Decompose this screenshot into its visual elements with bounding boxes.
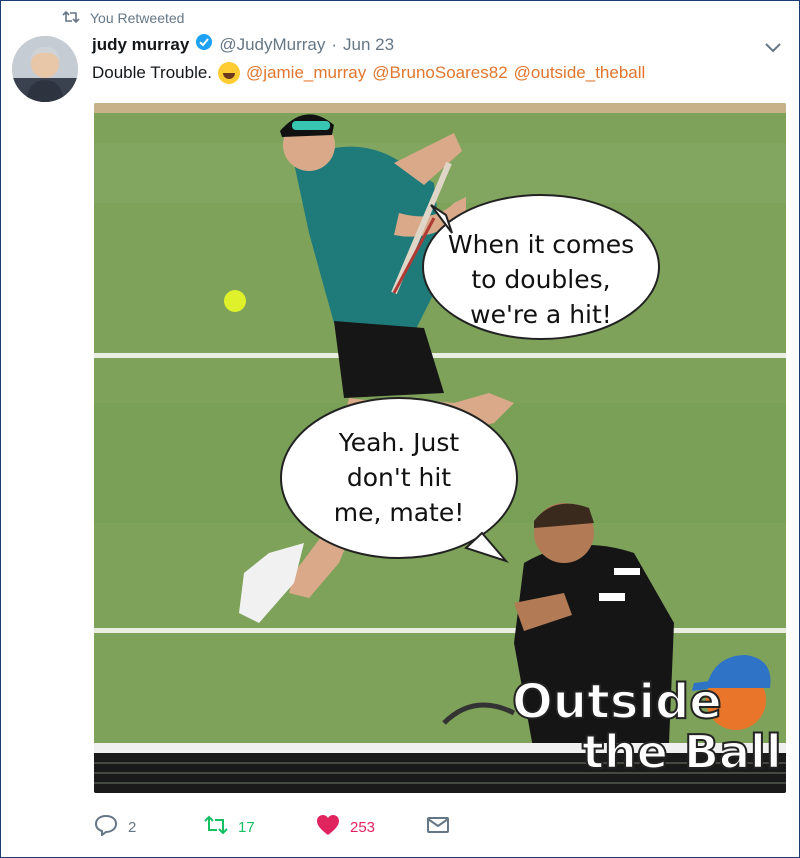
- author-name[interactable]: judy murray: [92, 35, 189, 55]
- tweet-body: Double Trouble.: [92, 63, 213, 82]
- header-separator: ·: [331, 34, 338, 54]
- tweet-text: Double Trouble. @jamie_murray @BrunoSoar…: [92, 62, 645, 84]
- bubble-top-line-2: to doubles,: [471, 265, 610, 294]
- direct-message-button[interactable]: [426, 812, 450, 842]
- reply-count: 2: [128, 818, 137, 836]
- retweet-icon: [204, 814, 228, 840]
- like-button[interactable]: 253: [316, 812, 375, 842]
- retweet-icon: [62, 10, 80, 27]
- mention-link[interactable]: @BrunoSoares82: [372, 63, 507, 83]
- mention-link[interactable]: @outside_theball: [514, 63, 646, 83]
- tweet-photo[interactable]: When it comes to doubles, we're a hit! Y…: [94, 103, 786, 793]
- retweet-count: 17: [238, 818, 255, 836]
- like-count: 253: [350, 818, 376, 836]
- bubble-top-line-3: we're a hit!: [470, 300, 612, 329]
- author-handle[interactable]: @JudyMurray: [219, 35, 325, 55]
- avatar[interactable]: [12, 36, 78, 102]
- reply-icon: [94, 814, 118, 840]
- reply-button[interactable]: 2: [94, 812, 136, 842]
- chevron-down-icon[interactable]: [762, 36, 784, 58]
- verified-icon: [195, 33, 213, 56]
- bubble-top-line-1: When it comes: [448, 230, 634, 259]
- logo-line-1: Outside: [512, 674, 722, 730]
- envelope-icon: [426, 814, 450, 840]
- retweet-banner: You Retweeted: [62, 8, 184, 28]
- tweet-header: judy murray @JudyMurray · Jun 23: [92, 33, 394, 56]
- heart-icon: [316, 814, 340, 840]
- mention-link[interactable]: @jamie_murray: [246, 63, 366, 83]
- bubble-bottom-line-1: Yeah. Just: [338, 428, 460, 457]
- retweet-button[interactable]: 17: [204, 812, 255, 842]
- bubble-bottom-line-3: me, mate!: [334, 498, 465, 527]
- bubble-bottom-line-2: don't hit: [347, 463, 451, 492]
- tweet-actions: 2 17 253: [94, 812, 514, 842]
- tweet-date[interactable]: Jun 23: [343, 35, 394, 55]
- logo-line-2: the Ball: [582, 725, 782, 779]
- speech-bubble-top: When it comes to doubles, we're a hit!: [422, 194, 660, 340]
- laughing-emoji-icon: [218, 62, 241, 84]
- retweet-banner-label: You Retweeted: [90, 10, 185, 26]
